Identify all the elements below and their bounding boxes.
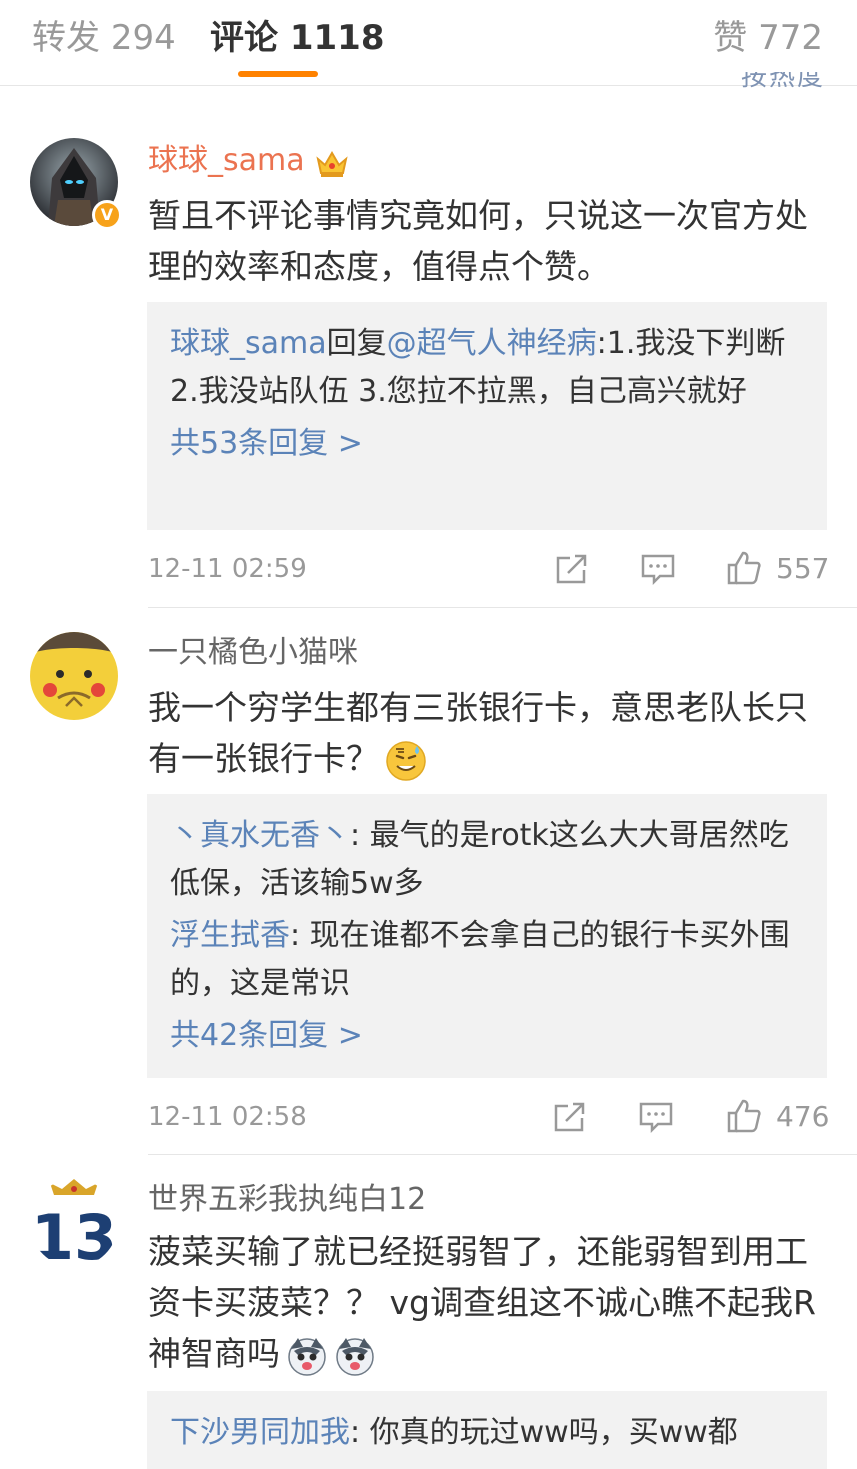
more-replies-link[interactable]: 共53条回复 > xyxy=(170,420,805,468)
reply-text: : 你真的玩过ww吗，买ww都 xyxy=(350,1415,738,1450)
sweat-smile-emoji-icon xyxy=(385,740,427,782)
reply-box[interactable]: 下沙男同加我: 你真的玩过ww吗，买ww都 xyxy=(147,1391,827,1469)
reply-word: 回复 xyxy=(326,326,387,361)
tab-repost-count: 294 xyxy=(110,18,176,58)
reply-username[interactable]: 下沙男同加我 xyxy=(170,1415,350,1450)
like-count: 476 xyxy=(776,1100,830,1133)
tab-repost-label: 转发 xyxy=(32,18,100,58)
reply-box[interactable]: 球球_sama回复@超气人神经病:1.我没下判断 2.我没站队伍 3.您拉不拉黑… xyxy=(147,302,827,530)
tab-repost[interactable]: 转发 294 xyxy=(32,16,176,60)
like-count: 557 xyxy=(776,552,830,585)
divider xyxy=(148,607,857,608)
comment-icon[interactable] xyxy=(638,1100,674,1134)
husky-emoji-icon xyxy=(286,1335,328,1377)
active-tab-indicator xyxy=(238,71,318,77)
reply-item[interactable]: 丶真水无香丶: 最气的是rotk这么大大哥居然吃低保，活该输5w多 xyxy=(170,812,805,908)
comment-text: 我一个穷学生都有三张银行卡，意思老队长只有一张银行卡？ xyxy=(148,682,828,784)
like-thumb-icon[interactable] xyxy=(726,1098,762,1133)
tab-like[interactable]: 赞 772 xyxy=(713,16,823,60)
tab-like-label: 赞 xyxy=(713,18,748,58)
avatar[interactable]: 13 xyxy=(30,1179,118,1267)
reply-mention[interactable]: @超气人神经病 xyxy=(387,326,597,361)
reply-item[interactable]: 下沙男同加我: 你真的玩过ww吗，买ww都 xyxy=(170,1409,805,1457)
husky-emoji-icon xyxy=(334,1335,376,1377)
share-icon[interactable] xyxy=(552,1100,588,1134)
comment-username[interactable]: 一只橘色小猫咪 xyxy=(148,630,358,676)
reply-item[interactable]: 球球_sama回复@超气人神经病:1.我没下判断 2.我没站队伍 3.您拉不拉黑… xyxy=(170,320,805,416)
comment-username[interactable]: 球球_sama xyxy=(148,138,349,184)
reply-box[interactable]: 丶真水无香丶: 最气的是rotk这么大大哥居然吃低保，活该输5w多 浮生拭香: … xyxy=(147,794,827,1078)
tab-bar: 转发 294 评论 1118 赞 772 按热度 xyxy=(0,0,857,90)
reply-item[interactable]: 浮生拭香: 现在谁都不会拿自己的银行卡买外围的，这是常识 xyxy=(170,912,805,1008)
tab-comment-label: 评论 xyxy=(210,18,278,58)
username-text: 球球_sama xyxy=(148,143,305,178)
comment-username[interactable]: 世界五彩我执纯白12 xyxy=(148,1177,426,1223)
tab-comment[interactable]: 评论 1118 xyxy=(210,16,384,60)
more-replies-link[interactable]: 共42条回复 > xyxy=(170,1012,805,1060)
divider xyxy=(148,1154,857,1155)
comment-icon[interactable] xyxy=(640,552,676,586)
verified-badge: V xyxy=(92,200,122,230)
comment-text: 暂且不评论事情究竟如何，只说这一次官方处理的效率和态度，值得点个赞。 xyxy=(148,196,808,286)
comment-text: 菠菜买输了就已经挺弱智了，还能弱智到用工资卡买菠菜？？ vg调查组这不诚心瞧不起… xyxy=(148,1226,828,1379)
comment-time: 12-11 02:59 xyxy=(148,554,307,584)
reply-username[interactable]: 丶真水无香丶 xyxy=(170,818,350,853)
tab-comment-count: 1118 xyxy=(289,18,385,58)
share-icon[interactable] xyxy=(554,552,590,586)
tab-like-count: 772 xyxy=(758,18,823,58)
reply-username[interactable]: 浮生拭香 xyxy=(170,918,290,953)
like-thumb-icon[interactable] xyxy=(726,550,762,585)
reply-username[interactable]: 球球_sama xyxy=(170,326,327,361)
crown-icon xyxy=(315,147,349,177)
avatar-number: 13 xyxy=(31,1201,117,1267)
comment-text-body: 我一个穷学生都有三张银行卡，意思老队长只有一张银行卡？ xyxy=(148,688,808,778)
sort-toggle[interactable]: 按热度 xyxy=(741,72,825,92)
avatar[interactable] xyxy=(30,632,118,720)
comment-time: 12-11 02:58 xyxy=(148,1102,307,1132)
comment-text-body: 菠菜买输了就已经挺弱智了，还能弱智到用工资卡买菠菜？？ vg调查组这不诚心瞧不起… xyxy=(148,1232,816,1373)
